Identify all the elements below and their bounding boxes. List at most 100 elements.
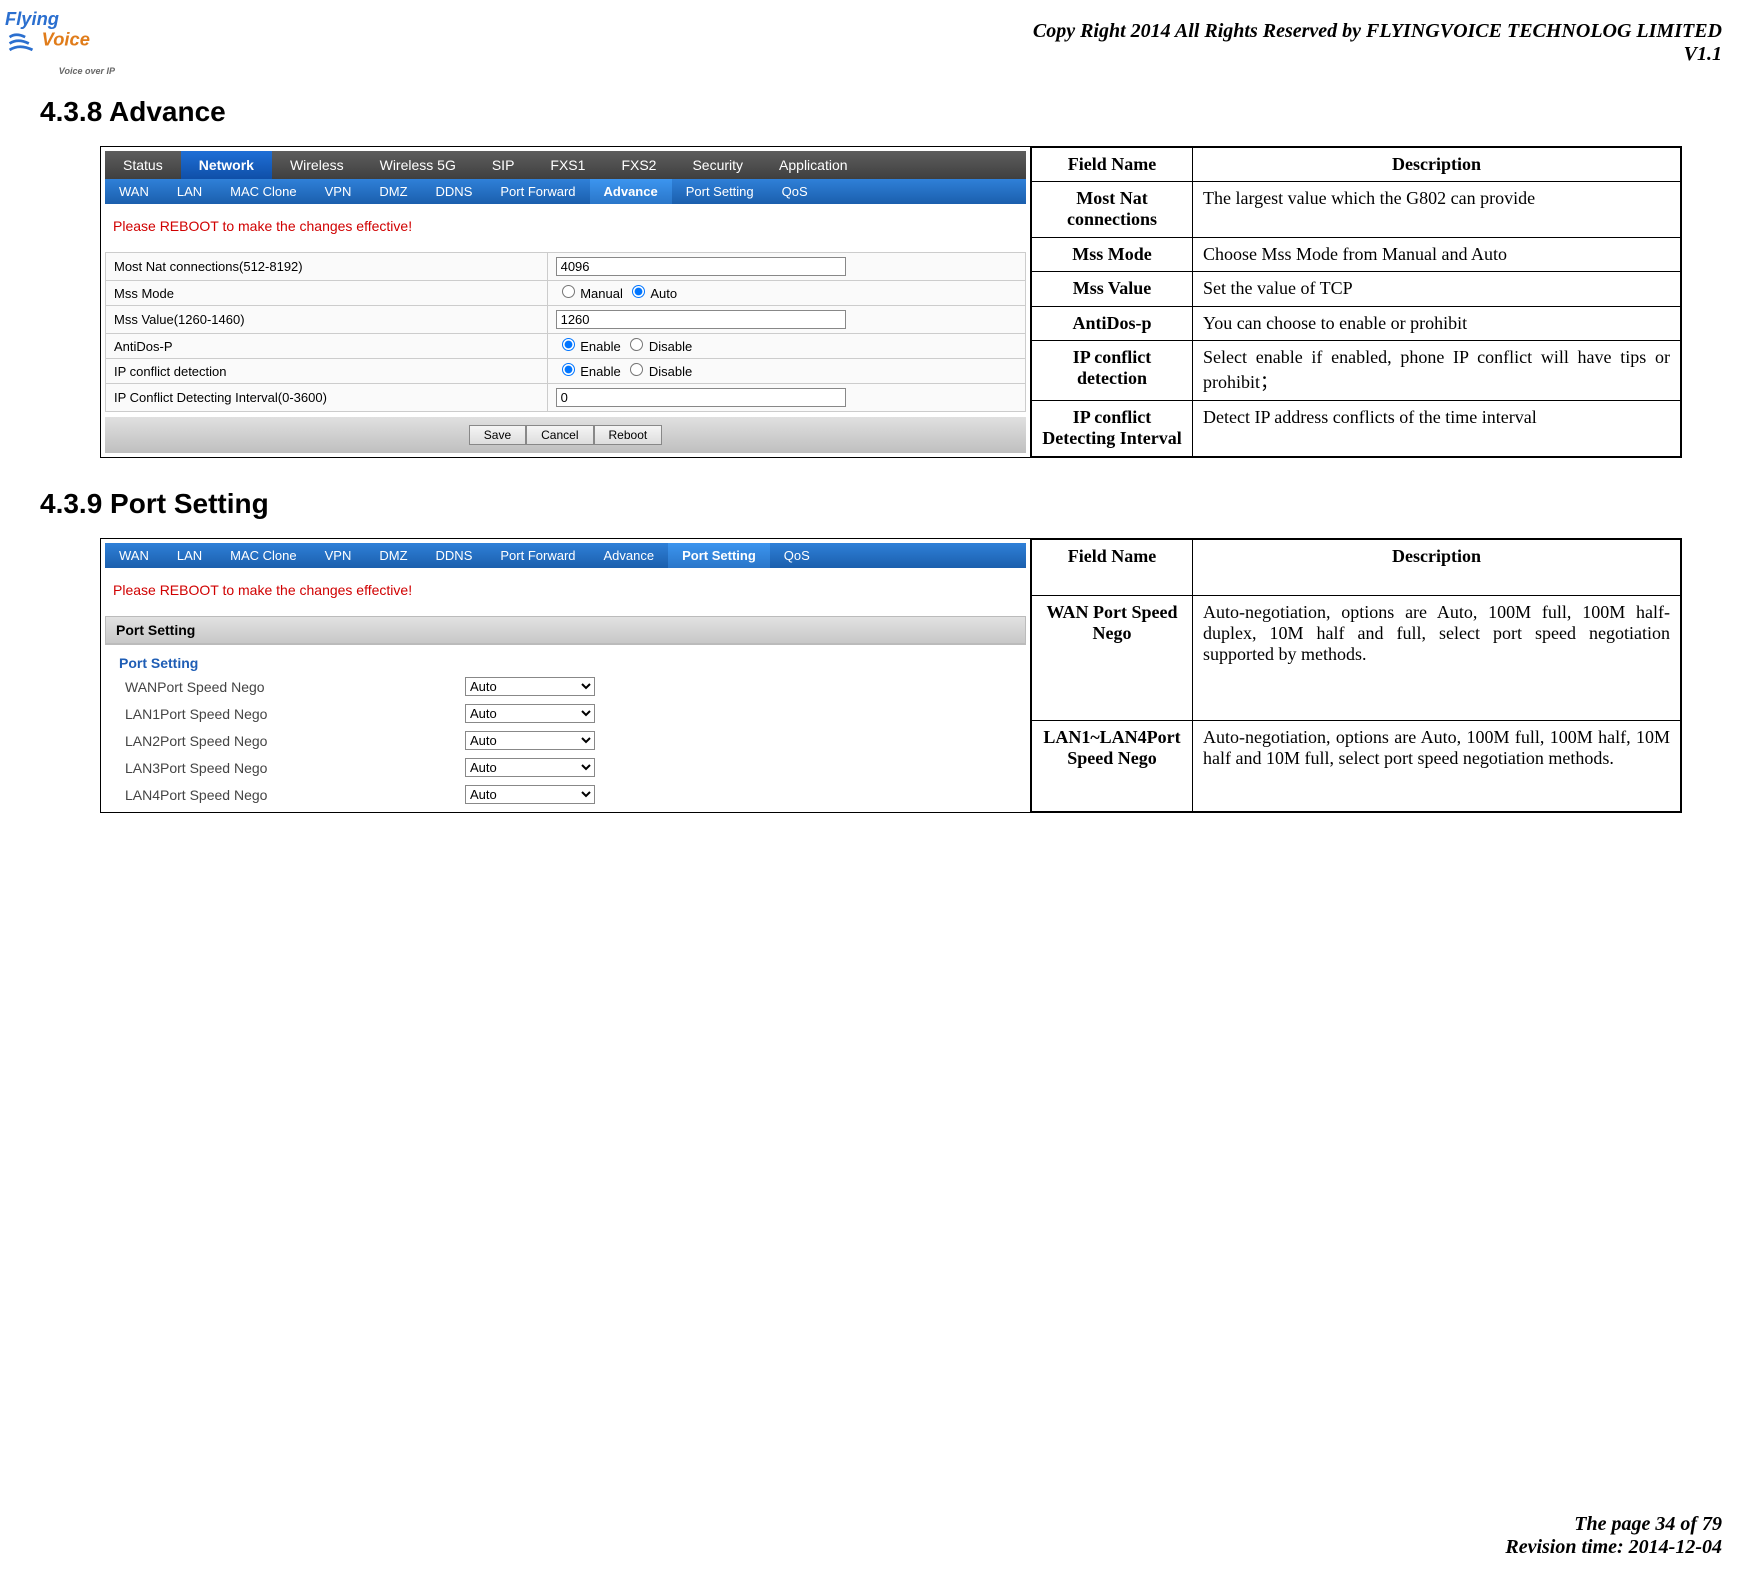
- sub-tab[interactable]: DDNS: [422, 179, 487, 204]
- sub-tab[interactable]: QoS: [770, 543, 824, 568]
- text-input[interactable]: [556, 257, 846, 276]
- desc-header: Description: [1193, 148, 1681, 182]
- main-tab[interactable]: FXS2: [603, 151, 674, 179]
- description-cell: Choose Mss Mode from Manual and Auto: [1193, 237, 1681, 271]
- radio-input[interactable]: [562, 363, 575, 376]
- field-name-cell: IP conflict Detecting Interval: [1032, 401, 1193, 457]
- sub-tab[interactable]: Port Setting: [672, 179, 768, 204]
- radio-input[interactable]: [630, 363, 643, 376]
- sub-tab[interactable]: Port Forward: [486, 179, 589, 204]
- panel-subheading: Port Setting: [105, 644, 1026, 673]
- desc-header: Description: [1193, 540, 1681, 596]
- revision-time: Revision time: 2014-12-04: [1505, 1536, 1722, 1559]
- section-title-portsetting: 4.3.9 Port Setting: [40, 488, 1722, 520]
- desc-header: Field Name: [1032, 540, 1193, 596]
- description-cell: Detect IP address conflicts of the time …: [1193, 401, 1681, 457]
- main-tab[interactable]: SIP: [474, 151, 533, 179]
- main-tab[interactable]: FXS1: [532, 151, 603, 179]
- sub-tab[interactable]: VPN: [311, 543, 366, 568]
- radio-label: Auto: [647, 286, 677, 301]
- radio-input[interactable]: [630, 338, 643, 351]
- description-cell: Set the value of TCP: [1193, 272, 1681, 306]
- field-name-cell: Mss Mode: [1032, 237, 1193, 271]
- description-cell: Auto-negotiation, options are Auto, 100M…: [1193, 596, 1681, 721]
- field-name-cell: LAN1~LAN4Port Speed Nego: [1032, 721, 1193, 812]
- port-speed-select[interactable]: Auto: [465, 731, 595, 750]
- sub-tab[interactable]: MAC Clone: [216, 543, 310, 568]
- section-title-advance: 4.3.8 Advance: [40, 96, 1722, 128]
- field-name-cell: Most Nat connections: [1032, 182, 1193, 238]
- main-tab[interactable]: Wireless 5G: [362, 151, 474, 179]
- port-speed-select[interactable]: Auto: [465, 677, 595, 696]
- save-button[interactable]: Save: [469, 425, 526, 445]
- sub-tab[interactable]: WAN: [105, 543, 163, 568]
- port-label: LAN4Port Speed Nego: [125, 787, 465, 803]
- main-tab[interactable]: Wireless: [272, 151, 362, 179]
- radio-label: Disable: [645, 339, 692, 354]
- page-number: The page 34 of 79: [1505, 1513, 1722, 1536]
- description-cell: Select enable if enabled, phone IP confl…: [1193, 340, 1681, 401]
- field-name-cell: IP conflict detection: [1032, 340, 1193, 401]
- cancel-button[interactable]: Cancel: [526, 425, 593, 445]
- reboot-message: Please REBOOT to make the changes effect…: [105, 204, 1026, 252]
- portsetting-content-row: WANLANMAC CloneVPNDMZDDNSPort ForwardAdv…: [100, 538, 1682, 813]
- text-input[interactable]: [556, 388, 846, 407]
- logo: Flying Voice Voice over IP: [5, 5, 115, 76]
- copyright: Copy Right 2014 All Rights Reserved by F…: [30, 20, 1722, 43]
- sub-tab[interactable]: Advance: [590, 543, 669, 568]
- port-speed-select[interactable]: Auto: [465, 758, 595, 777]
- sub-tab[interactable]: DDNS: [422, 543, 487, 568]
- port-label: WANPort Speed Nego: [125, 679, 465, 695]
- port-speed-select[interactable]: Auto: [465, 785, 595, 804]
- port-label: LAN1Port Speed Nego: [125, 706, 465, 722]
- radio-input[interactable]: [562, 338, 575, 351]
- form-label: Mss Mode: [106, 281, 548, 306]
- field-name-cell: WAN Port Speed Nego: [1032, 596, 1193, 721]
- sub-tab[interactable]: LAN: [163, 543, 216, 568]
- sub-tab[interactable]: Port Forward: [486, 543, 589, 568]
- sub-tab[interactable]: DMZ: [365, 179, 421, 204]
- form-label: Mss Value(1260-1460): [106, 306, 548, 334]
- reboot-button[interactable]: Reboot: [594, 425, 663, 445]
- sub-tab[interactable]: Port Setting: [668, 543, 770, 568]
- desc-header: Field Name: [1032, 148, 1193, 182]
- main-tab[interactable]: Application: [761, 151, 866, 179]
- description-cell: The largest value which the G802 can pro…: [1193, 182, 1681, 238]
- field-name-cell: Mss Value: [1032, 272, 1193, 306]
- panel-heading: Port Setting: [105, 616, 1026, 644]
- main-tab[interactable]: Security: [674, 151, 761, 179]
- advance-screenshot: StatusNetworkWirelessWireless 5GSIPFXS1F…: [101, 147, 1031, 457]
- version: V1.1: [30, 43, 1722, 66]
- radio-label: Enable: [577, 364, 625, 379]
- description-cell: Auto-negotiation, options are Auto, 100M…: [1193, 721, 1681, 812]
- radio-label: Enable: [577, 339, 625, 354]
- form-label: AntiDos-P: [106, 334, 548, 359]
- advance-content-row: StatusNetworkWirelessWireless 5GSIPFXS1F…: [100, 146, 1682, 458]
- reboot-message: Please REBOOT to make the changes effect…: [105, 568, 1026, 616]
- sub-tab[interactable]: QoS: [768, 179, 822, 204]
- svg-text:Flying: Flying: [5, 8, 59, 29]
- sub-tab[interactable]: LAN: [163, 179, 216, 204]
- radio-label: Manual: [577, 286, 627, 301]
- sub-tab[interactable]: WAN: [105, 179, 163, 204]
- radio-label: Disable: [645, 364, 692, 379]
- radio-input[interactable]: [632, 285, 645, 298]
- field-name-cell: AntiDos-p: [1032, 306, 1193, 340]
- form-label: IP Conflict Detecting Interval(0-3600): [106, 384, 548, 412]
- radio-input[interactable]: [562, 285, 575, 298]
- svg-text:Voice: Voice: [42, 28, 90, 49]
- sub-tab[interactable]: MAC Clone: [216, 179, 310, 204]
- description-cell: You can choose to enable or prohibit: [1193, 306, 1681, 340]
- portsetting-screenshot: WANLANMAC CloneVPNDMZDDNSPort ForwardAdv…: [101, 539, 1031, 812]
- port-label: LAN3Port Speed Nego: [125, 760, 465, 776]
- form-label: IP conflict detection: [106, 359, 548, 384]
- sub-tab[interactable]: VPN: [311, 179, 366, 204]
- main-tab[interactable]: Status: [105, 151, 181, 179]
- port-speed-select[interactable]: Auto: [465, 704, 595, 723]
- main-tab[interactable]: Network: [181, 151, 272, 179]
- port-label: LAN2Port Speed Nego: [125, 733, 465, 749]
- sub-tab[interactable]: DMZ: [365, 543, 421, 568]
- sub-tab[interactable]: Advance: [590, 179, 672, 204]
- text-input[interactable]: [556, 310, 846, 329]
- form-label: Most Nat connections(512-8192): [106, 253, 548, 281]
